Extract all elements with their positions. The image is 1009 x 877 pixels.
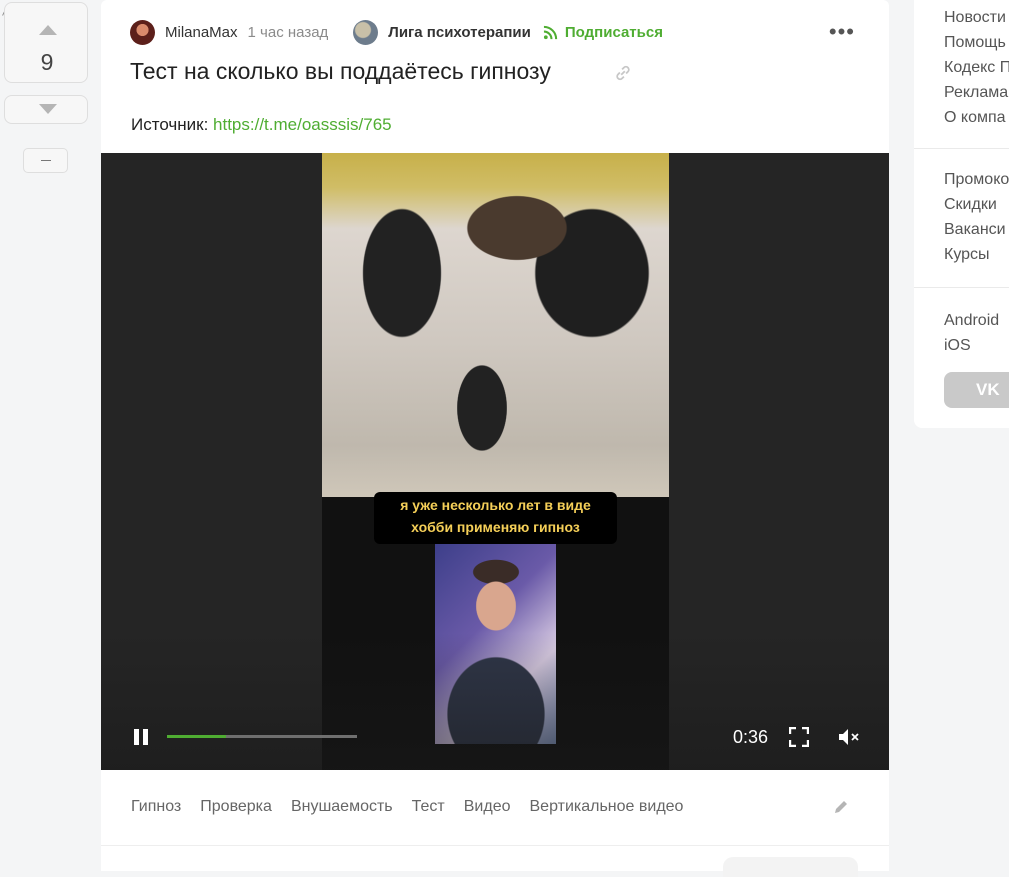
upvote-icon[interactable] <box>39 25 57 35</box>
vk-button[interactable]: VK <box>944 372 1009 408</box>
vote-rail: ^ 9 <box>0 0 100 871</box>
sidebar-divider <box>914 148 1009 149</box>
downvote-button[interactable] <box>4 95 88 124</box>
community-name[interactable]: Лига психотерапии <box>388 24 531 41</box>
pause-icon[interactable] <box>133 729 149 745</box>
tag-item[interactable]: Тест <box>412 798 445 816</box>
sidebar-link[interactable]: Промоко <box>944 167 1009 192</box>
more-options-icon[interactable]: ••• <box>829 21 855 43</box>
tag-item[interactable]: Видео <box>464 798 511 816</box>
story-meta: MilanaMax 1 час назад Лига психотерапии … <box>130 19 663 45</box>
sidebar-link[interactable]: Скидки <box>944 192 1009 217</box>
sidebar-link[interactable]: iOS <box>944 333 999 358</box>
video-caption: я уже несколько лет в виде хобби применя… <box>374 492 617 544</box>
source-label: Источник: <box>131 115 209 134</box>
tag-item[interactable]: Внушаемость <box>291 798 393 816</box>
source-link[interactable]: https://t.me/oasssis/765 <box>213 115 392 134</box>
fullscreen-icon[interactable] <box>789 727 809 747</box>
community-avatar[interactable] <box>353 19 379 45</box>
sidebar-links-promo: Промоко Скидки Ваканси Курсы <box>944 167 1009 267</box>
post-time: 1 час назад <box>247 23 329 41</box>
collapse-button[interactable] <box>23 148 68 173</box>
subscribe-button[interactable]: Подписаться <box>565 24 663 41</box>
progress-bar[interactable] <box>167 735 357 738</box>
downvote-icon[interactable] <box>39 104 57 114</box>
comment-button[interactable] <box>723 857 858 877</box>
sidebar-divider <box>914 287 1009 288</box>
card-divider <box>101 845 889 846</box>
tag-item[interactable]: Проверка <box>200 798 272 816</box>
tag-item[interactable]: Вертикальное видео <box>530 798 684 816</box>
caption-line-1: я уже несколько лет в виде <box>400 497 591 513</box>
mute-icon[interactable] <box>837 727 861 747</box>
sidebar-link[interactable]: О компа <box>944 105 1009 130</box>
sidebar-link[interactable]: Ваканси <box>944 217 1009 242</box>
controls-gradient <box>101 633 889 770</box>
tag-item[interactable]: Гипноз <box>131 798 181 816</box>
progress-fill <box>167 735 226 738</box>
link-icon[interactable] <box>614 64 632 82</box>
tag-list: Гипноз Проверка Внушаемость Тест Видео Вертик… <box>131 798 683 816</box>
vote-box: 9 <box>4 2 88 83</box>
source-line: Источник: https://t.me/oasssis/765 <box>131 115 392 135</box>
video-player[interactable]: я уже несколько лет в виде хобби применя… <box>101 153 889 770</box>
sidebar-links-apps: Android iOS <box>944 308 999 358</box>
subscribe-feed-icon[interactable] <box>543 25 558 40</box>
story-title[interactable]: Тест на сколько вы поддаётесь гипнозу <box>130 58 551 85</box>
sidebar-link[interactable]: Помощь <box>944 30 1009 55</box>
edit-tags-icon[interactable] <box>832 798 850 816</box>
sidebar-links-info: Новости Помощь Кодекс П Реклама О компа <box>944 5 1009 130</box>
sidebar-link[interactable]: Реклама <box>944 80 1009 105</box>
sidebar-link[interactable]: Кодекс П <box>944 55 1009 80</box>
video-scene-image <box>322 153 669 497</box>
right-sidebar: Новости Помощь Кодекс П Реклама О компа Пром… <box>914 0 1009 428</box>
sidebar-link[interactable]: Android <box>944 308 999 333</box>
vote-count: 9 <box>40 49 54 75</box>
author-name[interactable]: MilanaMax <box>165 24 238 41</box>
author-avatar[interactable] <box>130 19 155 45</box>
sidebar-link[interactable]: Новости <box>944 5 1009 30</box>
sidebar-link[interactable]: Курсы <box>944 242 1009 267</box>
timecode: 0:36 <box>733 727 769 747</box>
story-card: MilanaMax 1 час назад Лига психотерапии … <box>101 0 889 877</box>
caption-line-2: хобби применяю гипноз <box>411 519 580 535</box>
